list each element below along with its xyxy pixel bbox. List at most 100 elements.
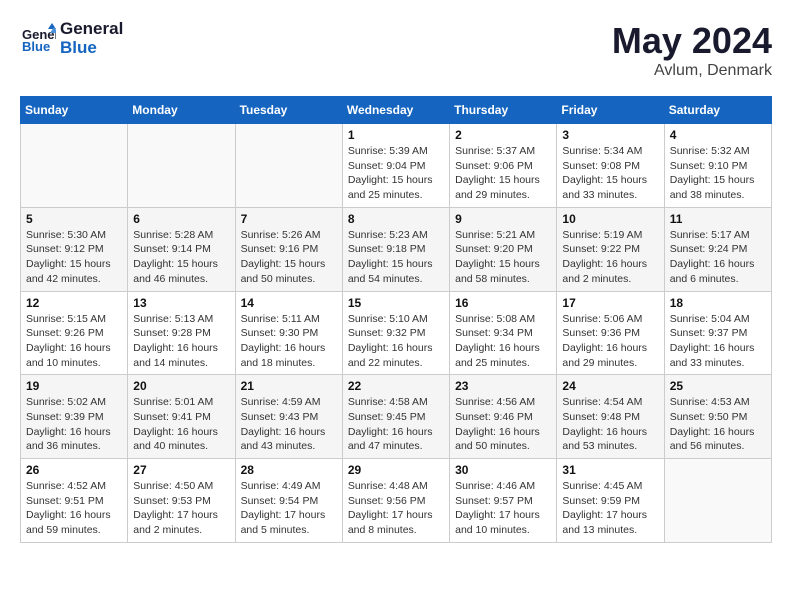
cell-date-number: 1 bbox=[348, 128, 444, 142]
day-header-monday: Monday bbox=[128, 97, 235, 124]
calendar-cell: 31 Sunrise: 4:45 AMSunset: 9:59 PMDayligh… bbox=[557, 459, 664, 543]
calendar-cell: 6 Sunrise: 5:28 AMSunset: 9:14 PMDaylight… bbox=[128, 207, 235, 291]
cell-info-text: Sunrise: 4:48 AMSunset: 9:56 PMDaylight:… bbox=[348, 479, 444, 538]
cell-info-text: Sunrise: 5:04 AMSunset: 9:37 PMDaylight:… bbox=[670, 312, 766, 371]
cell-date-number: 20 bbox=[133, 379, 229, 393]
title-block: May 2024 Avlum, Denmark bbox=[612, 20, 772, 80]
calendar-cell bbox=[21, 124, 128, 208]
week-row-4: 19Sunrise: 5:02 AMSunset: 9:39 PMDayligh… bbox=[21, 375, 772, 459]
cell-info-text: Sunrise: 5:15 AMSunset: 9:26 PMDaylight:… bbox=[26, 312, 122, 371]
cell-date-number: 16 bbox=[455, 296, 551, 310]
calendar-cell: 15 Sunrise: 5:10 AMSunset: 9:32 PMDayligh… bbox=[342, 291, 449, 375]
cell-info-text: Sunrise: 5:32 AMSunset: 9:10 PMDaylight:… bbox=[670, 144, 766, 203]
cell-date-number: 5 bbox=[26, 212, 122, 226]
logo-icon: General Blue bbox=[20, 21, 56, 57]
cell-date-number: 25 bbox=[670, 379, 766, 393]
cell-date-number: 2 bbox=[455, 128, 551, 142]
calendar-cell: 24Sunrise: 4:54 AMSunset: 9:48 PMDayligh… bbox=[557, 375, 664, 459]
cell-info-text: Sunrise: 5:28 AMSunset: 9:14 PMDaylight:… bbox=[133, 228, 229, 287]
calendar-cell: 17Sunrise: 5:06 AMSunset: 9:36 PMDayligh… bbox=[557, 291, 664, 375]
cell-info-text: Sunrise: 4:59 AMSunset: 9:43 PMDaylight:… bbox=[241, 395, 337, 454]
page-container: General Blue General Blue May 2024 Avlum… bbox=[0, 0, 792, 563]
cell-date-number: 18 bbox=[670, 296, 766, 310]
cell-info-text: Sunrise: 5:06 AMSunset: 9:36 PMDaylight:… bbox=[562, 312, 658, 371]
cell-info-text: Sunrise: 5:37 AMSunset: 9:06 PMDaylight:… bbox=[455, 144, 551, 203]
cell-info-text: Sunrise: 4:50 AMSunset: 9:53 PMDaylight:… bbox=[133, 479, 229, 538]
calendar-cell bbox=[128, 124, 235, 208]
cell-date-number: 3 bbox=[562, 128, 658, 142]
calendar-table: SundayMondayTuesdayWednesdayThursdayFrid… bbox=[20, 96, 772, 543]
calendar-cell: 22Sunrise: 4:58 AMSunset: 9:45 PMDayligh… bbox=[342, 375, 449, 459]
calendar-cell: 20 Sunrise: 5:01 AMSunset: 9:41 PMDayligh… bbox=[128, 375, 235, 459]
cell-info-text: Sunrise: 4:49 AMSunset: 9:54 PMDaylight:… bbox=[241, 479, 337, 538]
header: General Blue General Blue May 2024 Avlum… bbox=[20, 20, 772, 80]
calendar-cell: 1 Sunrise: 5:39 AMSunset: 9:04 PMDaylight… bbox=[342, 124, 449, 208]
cell-info-text: Sunrise: 4:53 AMSunset: 9:50 PMDaylight:… bbox=[670, 395, 766, 454]
month-year-title: May 2024 bbox=[612, 20, 772, 62]
cell-date-number: 29 bbox=[348, 463, 444, 477]
cell-info-text: Sunrise: 5:34 AMSunset: 9:08 PMDaylight:… bbox=[562, 144, 658, 203]
calendar-cell: 10Sunrise: 5:19 AMSunset: 9:22 PMDayligh… bbox=[557, 207, 664, 291]
cell-date-number: 23 bbox=[455, 379, 551, 393]
calendar-cell: 23 Sunrise: 4:56 AMSunset: 9:46 PMDayligh… bbox=[450, 375, 557, 459]
calendar-cell bbox=[235, 124, 342, 208]
calendar-cell: 4 Sunrise: 5:32 AMSunset: 9:10 PMDaylight… bbox=[664, 124, 771, 208]
cell-info-text: Sunrise: 5:23 AMSunset: 9:18 PMDaylight:… bbox=[348, 228, 444, 287]
calendar-cell: 28 Sunrise: 4:49 AMSunset: 9:54 PMDayligh… bbox=[235, 459, 342, 543]
cell-info-text: Sunrise: 5:02 AMSunset: 9:39 PMDaylight:… bbox=[26, 395, 122, 454]
cell-date-number: 9 bbox=[455, 212, 551, 226]
calendar-cell bbox=[664, 459, 771, 543]
day-header-row: SundayMondayTuesdayWednesdayThursdayFrid… bbox=[21, 97, 772, 124]
logo-text: General Blue bbox=[60, 20, 123, 57]
day-header-wednesday: Wednesday bbox=[342, 97, 449, 124]
cell-info-text: Sunrise: 5:39 AMSunset: 9:04 PMDaylight:… bbox=[348, 144, 444, 203]
calendar-cell: 7Sunrise: 5:26 AMSunset: 9:16 PMDaylight… bbox=[235, 207, 342, 291]
calendar-cell: 29 Sunrise: 4:48 AMSunset: 9:56 PMDayligh… bbox=[342, 459, 449, 543]
cell-date-number: 4 bbox=[670, 128, 766, 142]
cell-info-text: Sunrise: 4:45 AMSunset: 9:59 PMDaylight:… bbox=[562, 479, 658, 538]
calendar-cell: 27 Sunrise: 4:50 AMSunset: 9:53 PMDayligh… bbox=[128, 459, 235, 543]
cell-info-text: Sunrise: 4:56 AMSunset: 9:46 PMDaylight:… bbox=[455, 395, 551, 454]
cell-date-number: 6 bbox=[133, 212, 229, 226]
calendar-cell: 14 Sunrise: 5:11 AMSunset: 9:30 PMDayligh… bbox=[235, 291, 342, 375]
cell-date-number: 27 bbox=[133, 463, 229, 477]
calendar-cell: 11Sunrise: 5:17 AMSunset: 9:24 PMDayligh… bbox=[664, 207, 771, 291]
cell-date-number: 15 bbox=[348, 296, 444, 310]
cell-info-text: Sunrise: 5:17 AMSunset: 9:24 PMDaylight:… bbox=[670, 228, 766, 287]
cell-info-text: Sunrise: 4:46 AMSunset: 9:57 PMDaylight:… bbox=[455, 479, 551, 538]
svg-text:Blue: Blue bbox=[22, 39, 50, 54]
calendar-cell: 30Sunrise: 4:46 AMSunset: 9:57 PMDayligh… bbox=[450, 459, 557, 543]
cell-info-text: Sunrise: 4:58 AMSunset: 9:45 PMDaylight:… bbox=[348, 395, 444, 454]
week-row-2: 5 Sunrise: 5:30 AMSunset: 9:12 PMDaylight… bbox=[21, 207, 772, 291]
day-header-tuesday: Tuesday bbox=[235, 97, 342, 124]
week-row-1: 1 Sunrise: 5:39 AMSunset: 9:04 PMDaylight… bbox=[21, 124, 772, 208]
cell-date-number: 31 bbox=[562, 463, 658, 477]
calendar-cell: 9 Sunrise: 5:21 AMSunset: 9:20 PMDaylight… bbox=[450, 207, 557, 291]
cell-date-number: 7 bbox=[241, 212, 337, 226]
cell-info-text: Sunrise: 5:13 AMSunset: 9:28 PMDaylight:… bbox=[133, 312, 229, 371]
cell-info-text: Sunrise: 5:21 AMSunset: 9:20 PMDaylight:… bbox=[455, 228, 551, 287]
cell-info-text: Sunrise: 4:54 AMSunset: 9:48 PMDaylight:… bbox=[562, 395, 658, 454]
calendar-cell: 2 Sunrise: 5:37 AMSunset: 9:06 PMDaylight… bbox=[450, 124, 557, 208]
cell-info-text: Sunrise: 5:30 AMSunset: 9:12 PMDaylight:… bbox=[26, 228, 122, 287]
cell-date-number: 12 bbox=[26, 296, 122, 310]
logo: General Blue General Blue bbox=[20, 20, 123, 57]
day-header-saturday: Saturday bbox=[664, 97, 771, 124]
calendar-cell: 12 Sunrise: 5:15 AMSunset: 9:26 PMDayligh… bbox=[21, 291, 128, 375]
calendar-cell: 8Sunrise: 5:23 AMSunset: 9:18 PMDaylight… bbox=[342, 207, 449, 291]
cell-date-number: 28 bbox=[241, 463, 337, 477]
cell-info-text: Sunrise: 5:10 AMSunset: 9:32 PMDaylight:… bbox=[348, 312, 444, 371]
calendar-cell: 16Sunrise: 5:08 AMSunset: 9:34 PMDayligh… bbox=[450, 291, 557, 375]
calendar-cell: 13 Sunrise: 5:13 AMSunset: 9:28 PMDayligh… bbox=[128, 291, 235, 375]
week-row-3: 12 Sunrise: 5:15 AMSunset: 9:26 PMDayligh… bbox=[21, 291, 772, 375]
cell-info-text: Sunrise: 5:01 AMSunset: 9:41 PMDaylight:… bbox=[133, 395, 229, 454]
cell-info-text: Sunrise: 4:52 AMSunset: 9:51 PMDaylight:… bbox=[26, 479, 122, 538]
calendar-cell: 3 Sunrise: 5:34 AMSunset: 9:08 PMDaylight… bbox=[557, 124, 664, 208]
day-header-friday: Friday bbox=[557, 97, 664, 124]
cell-info-text: Sunrise: 5:11 AMSunset: 9:30 PMDaylight:… bbox=[241, 312, 337, 371]
cell-date-number: 13 bbox=[133, 296, 229, 310]
calendar-cell: 19Sunrise: 5:02 AMSunset: 9:39 PMDayligh… bbox=[21, 375, 128, 459]
calendar-cell: 18 Sunrise: 5:04 AMSunset: 9:37 PMDayligh… bbox=[664, 291, 771, 375]
cell-date-number: 14 bbox=[241, 296, 337, 310]
day-header-sunday: Sunday bbox=[21, 97, 128, 124]
